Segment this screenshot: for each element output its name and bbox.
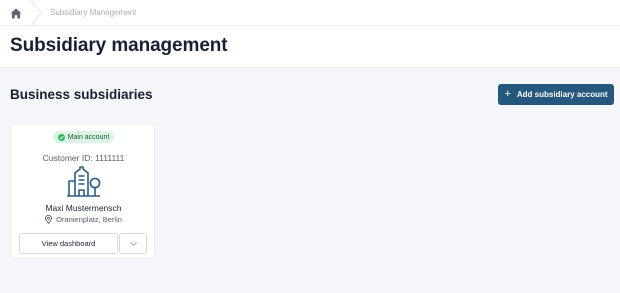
customer-id: Customer ID: 1111111 [42,153,125,163]
building-icon [67,166,101,197]
home-link[interactable] [0,0,32,26]
card-options-button[interactable] [119,233,147,254]
view-dashboard-button[interactable]: View dashboard [19,233,118,254]
chevron-down-icon [129,241,137,246]
breadcrumb-separator-icon [30,0,42,26]
subsidiary-location: Oranienplatz, Berlin [11,215,156,224]
page-header: Subsidiary management [0,26,620,68]
check-icon [57,133,65,141]
location-pin-icon [45,215,53,224]
status-badge-label: Main account [67,133,110,141]
plus-icon: + [504,88,511,100]
location-label: Oranienplatz, Berlin [56,215,122,224]
breadcrumb: Subsidiary Management [0,0,620,26]
subsidiary-name: Maxi Mustermensch [45,203,122,213]
breadcrumb-current: Subsidiary Management [50,8,137,17]
page-title: Subsidiary management [10,35,228,56]
subsidiary-card: Main account Customer ID: 1111111 Maxi M… [10,124,155,259]
section-title: Business subsidiaries [10,87,153,102]
add-subsidiary-label: Add subsidiary account [516,90,608,99]
home-icon [10,8,22,18]
status-badge: Main account [53,131,114,143]
add-subsidiary-button[interactable]: + Add subsidiary account [498,84,614,105]
